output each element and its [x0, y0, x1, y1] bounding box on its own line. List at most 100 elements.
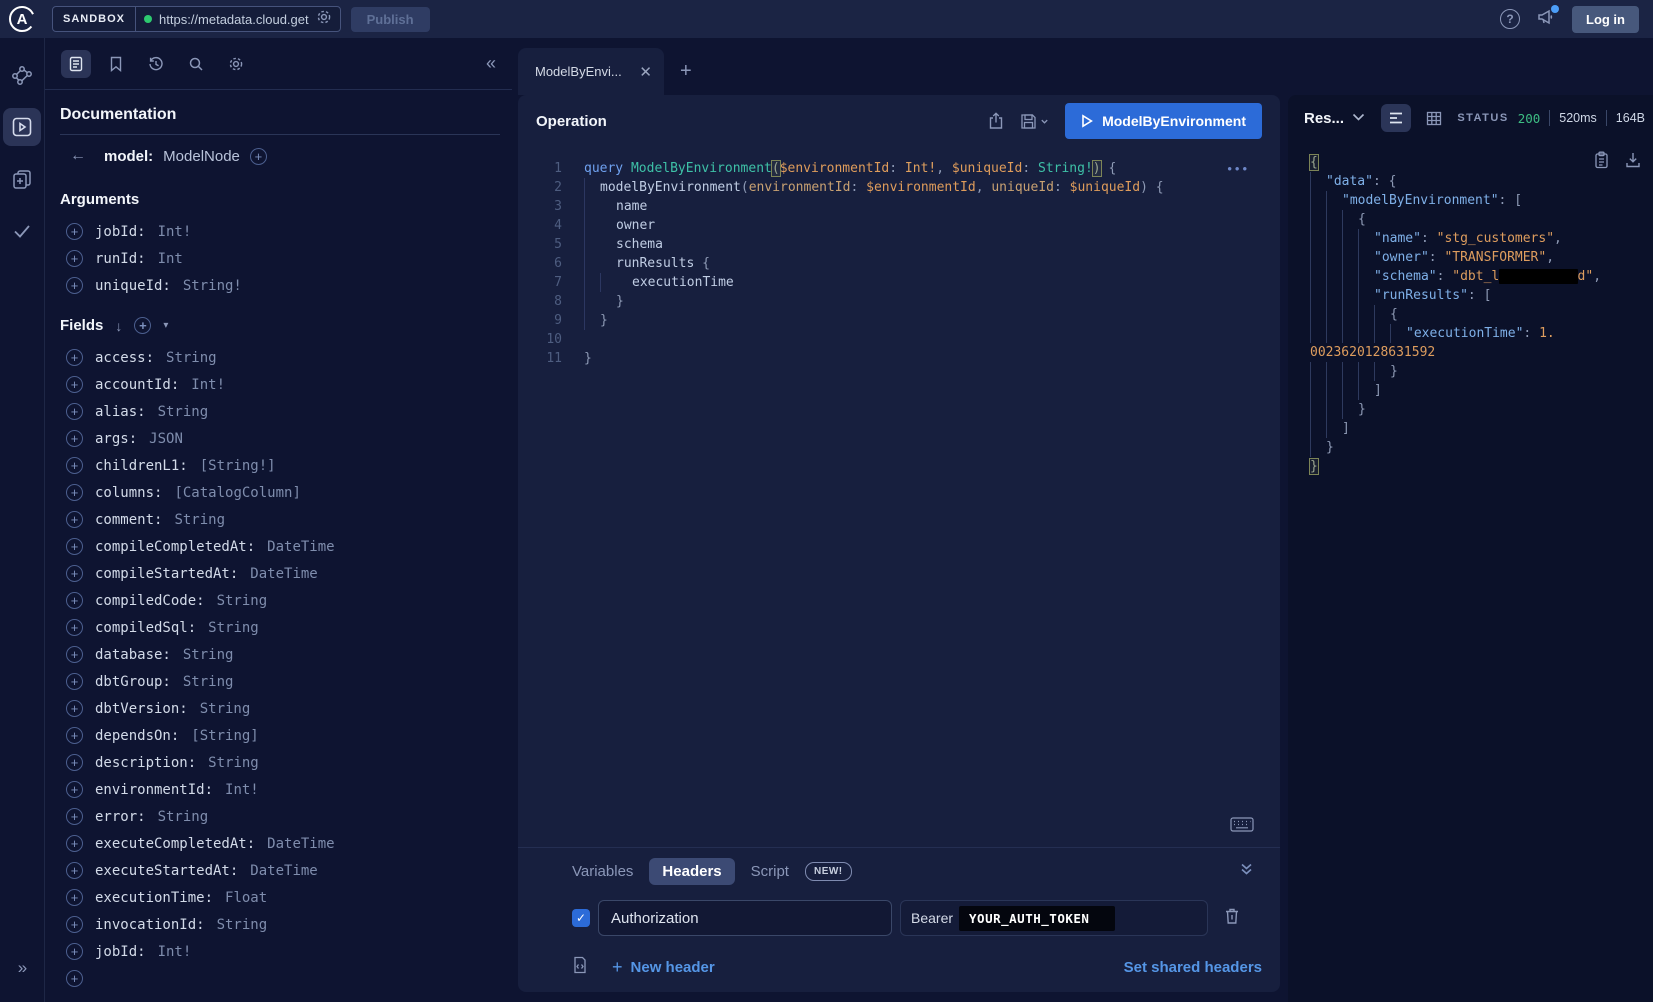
add-all-fields-icon[interactable]: +	[134, 317, 151, 334]
sort-fields-icon[interactable]: ↓	[115, 318, 122, 334]
search-icon[interactable]	[181, 50, 211, 78]
add-type-icon[interactable]: +	[250, 148, 267, 165]
schema-field-row[interactable]: +executeStartedAt:DateTime	[60, 861, 512, 880]
add-field-icon[interactable]: +	[66, 277, 83, 294]
schema-field-row[interactable]: +dbtVersion:String	[60, 699, 512, 718]
add-field-icon[interactable]: +	[66, 223, 83, 240]
sandbox-pages-icon[interactable]	[3, 160, 41, 198]
add-field-icon[interactable]: +	[66, 808, 83, 825]
add-field-icon[interactable]: +	[66, 700, 83, 717]
response-title[interactable]: Res...	[1304, 110, 1344, 127]
tab-variables[interactable]: Variables	[572, 863, 633, 880]
schema-field-row[interactable]: +error:String	[60, 807, 512, 826]
schema-field-row[interactable]: +	[60, 969, 512, 988]
keyboard-shortcuts-icon[interactable]	[1230, 817, 1254, 837]
add-field-icon[interactable]: +	[66, 943, 83, 960]
schema-field-row[interactable]: +executeCompletedAt:DateTime	[60, 834, 512, 853]
response-dropdown-chevron-icon[interactable]	[1352, 109, 1365, 127]
schema-field-row[interactable]: +columns:[CatalogColumn]	[60, 483, 512, 502]
save-operation-icon[interactable]	[1020, 113, 1049, 130]
login-button[interactable]: Log in	[1572, 6, 1639, 33]
bookmarks-icon[interactable]	[101, 50, 131, 78]
breadcrumb-type[interactable]: ModelNode	[163, 148, 240, 165]
schema-field-row[interactable]: +jobId:Int!	[60, 222, 512, 241]
schema-field-row[interactable]: +args:JSON	[60, 429, 512, 448]
add-field-icon[interactable]: +	[66, 970, 83, 987]
schema-field-row[interactable]: +runId:Int	[60, 249, 512, 268]
expand-rail-icon[interactable]: »	[0, 958, 45, 978]
formatted-view-icon[interactable]	[1381, 104, 1411, 132]
add-field-icon[interactable]: +	[66, 457, 83, 474]
new-tab-icon[interactable]: +	[680, 60, 692, 83]
add-field-icon[interactable]: +	[66, 781, 83, 798]
schema-field-row[interactable]: +access:String	[60, 348, 512, 367]
new-header-button[interactable]: + New header	[612, 957, 715, 978]
add-field-icon[interactable]: +	[66, 916, 83, 933]
schema-graph-icon[interactable]	[3, 56, 41, 94]
explorer-icon[interactable]	[3, 108, 41, 146]
schema-field-row[interactable]: +compiledCode:String	[60, 591, 512, 610]
schema-field-row[interactable]: +compiledSql:String	[60, 618, 512, 637]
schema-field-row[interactable]: +jobId:Int!	[60, 942, 512, 961]
schema-field-row[interactable]: +dependsOn:[String]	[60, 726, 512, 745]
add-field-icon[interactable]: +	[66, 403, 83, 420]
tab-script[interactable]: Script	[751, 863, 789, 880]
header-value-field[interactable]: Bearer YOUR_AUTH_TOKEN	[900, 900, 1208, 936]
download-response-icon[interactable]	[1625, 151, 1641, 174]
endpoint-url[interactable]: https://metadata.cloud.get	[159, 12, 309, 27]
share-operation-icon[interactable]	[988, 112, 1004, 130]
add-field-icon[interactable]: +	[66, 376, 83, 393]
close-tab-icon[interactable]: ✕	[639, 63, 652, 81]
environment-variables-icon[interactable]	[572, 956, 588, 979]
schema-field-row[interactable]: +executionTime:Float	[60, 888, 512, 907]
chevron-down-icon[interactable]: ▾	[163, 320, 168, 331]
editor-code[interactable]: 1query ModelByEnvironment($environmentId…	[518, 159, 1280, 368]
add-field-icon[interactable]: +	[66, 889, 83, 906]
schema-field-row[interactable]: +invocationId:String	[60, 915, 512, 934]
add-field-icon[interactable]: +	[66, 349, 83, 366]
documentation-tab-icon[interactable]	[61, 50, 91, 78]
add-field-icon[interactable]: +	[66, 430, 83, 447]
checks-icon[interactable]	[3, 212, 41, 250]
schema-field-row[interactable]: +database:String	[60, 645, 512, 664]
tab-modelbyenvironment[interactable]: ModelByEnvi... ✕	[518, 48, 664, 95]
delete-header-icon[interactable]	[1224, 907, 1240, 930]
run-operation-button[interactable]: ModelByEnvironment	[1065, 103, 1262, 139]
schema-field-row[interactable]: +description:String	[60, 753, 512, 772]
endpoint-url-input[interactable]: https://metadata.cloud.get	[136, 9, 340, 30]
add-field-icon[interactable]: +	[66, 511, 83, 528]
add-field-icon[interactable]: +	[66, 565, 83, 582]
query-editor[interactable]: 1query ModelByEnvironment($environmentId…	[518, 147, 1280, 847]
schema-field-row[interactable]: +uniqueId:String!	[60, 276, 512, 295]
add-field-icon[interactable]: +	[66, 646, 83, 663]
add-field-icon[interactable]: +	[66, 250, 83, 267]
collapse-bottom-panel-icon[interactable]	[1239, 862, 1254, 881]
header-name-input[interactable]	[598, 900, 892, 936]
tab-headers[interactable]: Headers	[649, 858, 734, 885]
schema-field-row[interactable]: +compileStartedAt:DateTime	[60, 564, 512, 583]
publish-button[interactable]: Publish	[351, 7, 430, 32]
help-icon[interactable]: ?	[1500, 9, 1520, 29]
add-field-icon[interactable]: +	[66, 673, 83, 690]
editor-overflow-menu-icon[interactable]: •••	[1227, 161, 1250, 176]
schema-field-row[interactable]: +alias:String	[60, 402, 512, 421]
schema-field-row[interactable]: +dbtGroup:String	[60, 672, 512, 691]
announcements-icon[interactable]	[1536, 8, 1556, 31]
add-field-icon[interactable]: +	[66, 592, 83, 609]
add-field-icon[interactable]: +	[66, 727, 83, 744]
add-field-icon[interactable]: +	[66, 754, 83, 771]
schema-field-row[interactable]: +environmentId:Int!	[60, 780, 512, 799]
collapse-docs-icon[interactable]: «	[486, 53, 496, 74]
table-view-icon[interactable]	[1419, 104, 1449, 132]
apollo-logo[interactable]: A	[8, 5, 36, 33]
history-icon[interactable]	[141, 50, 171, 78]
add-field-icon[interactable]: +	[66, 619, 83, 636]
add-field-icon[interactable]: +	[66, 484, 83, 501]
back-arrow-icon[interactable]: ←	[70, 147, 86, 165]
add-field-icon[interactable]: +	[66, 862, 83, 879]
auth-token-value[interactable]: YOUR_AUTH_TOKEN	[959, 906, 1115, 931]
add-field-icon[interactable]: +	[66, 538, 83, 555]
schema-field-row[interactable]: +childrenL1:[String!]	[60, 456, 512, 475]
settings-gear-icon[interactable]	[221, 50, 251, 78]
header-enabled-checkbox[interactable]: ✓	[572, 909, 590, 927]
